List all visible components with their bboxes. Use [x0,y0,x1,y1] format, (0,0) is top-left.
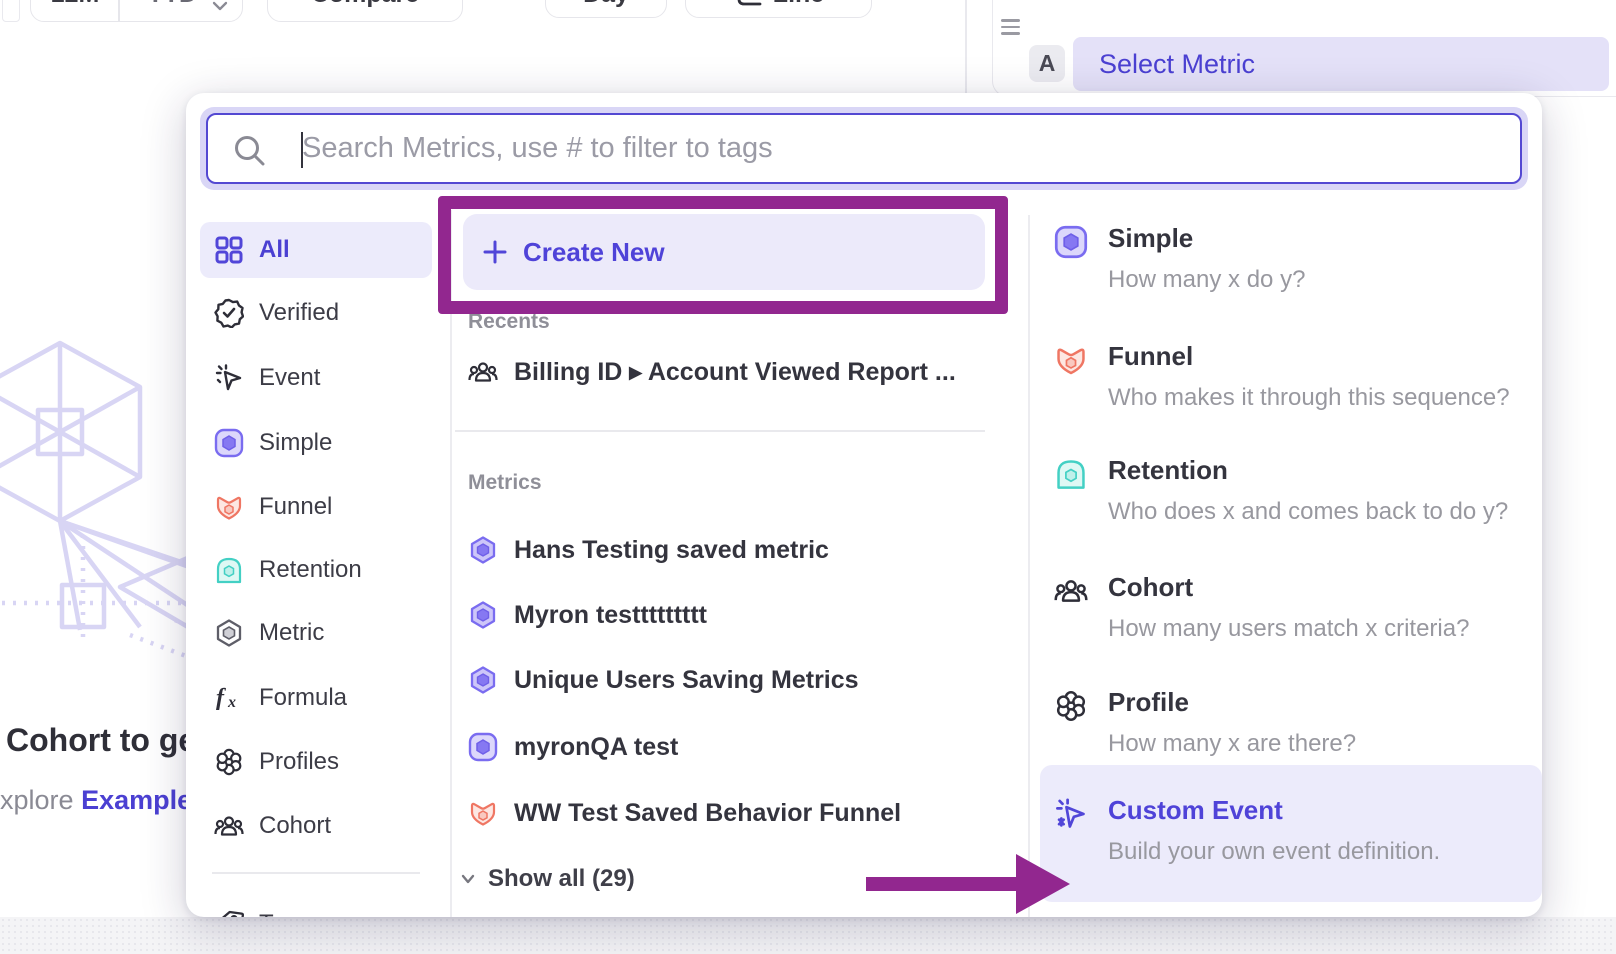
profiles-flower-icon [214,747,244,777]
search-input[interactable] [302,115,1402,182]
metric-type-cohort[interactable]: Cohort How many users match x criteria? [1040,572,1540,643]
search-icon [232,133,268,169]
grid-icon [214,235,244,265]
drag-handle-icon[interactable] [1001,15,1020,39]
sidebar-item-verified[interactable]: Verified [200,285,432,341]
chevron-down-icon [458,869,478,889]
compare-button[interactable]: Compare [267,0,463,22]
annotation-arrow-head [1016,854,1070,914]
svg-text:f: f [216,685,226,711]
metric-item[interactable]: Myron testtttttttt [454,587,707,643]
metric-hexagon-icon [468,665,498,695]
cohort-people-icon [214,811,244,841]
cohort-people-icon [1054,574,1088,608]
search-ring [200,107,1528,190]
chevron-down-icon [212,1,228,11]
sidebar-item-cohort[interactable]: Cohort [200,798,432,854]
simple-metric-icon [1054,225,1088,259]
empty-state-explore-text: xplore Example [0,785,192,816]
sidebar-item-funnel[interactable]: Funnel [200,479,432,535]
select-metric-button[interactable]: Select Metric [1073,37,1609,91]
sidebar-item-retention[interactable]: Retention [200,542,432,598]
metric-item[interactable]: Hans Testing saved metric [454,522,829,578]
sidebar-item-metric[interactable]: Metric [200,605,432,661]
sidebar-item-profiles[interactable]: Profiles [200,734,432,790]
metric-hexagon-icon [468,535,498,565]
range-12m-button[interactable]: 12M [31,0,119,21]
custom-event-cursor-icon [1054,797,1088,831]
metric-item[interactable]: Unique Users Saving Metrics [454,652,859,708]
tag-icon [214,909,244,917]
cohort-people-icon [468,357,498,387]
funnel-icon [214,492,244,522]
sidebar-item-formula[interactable]: fx Formula [200,670,432,726]
search-field[interactable] [206,113,1522,184]
retention-icon [214,555,244,585]
recent-item-billing[interactable]: Billing ID ▸ Account Viewed Report ... [454,344,956,400]
verified-badge-icon [214,298,244,328]
toolbar-fragment [2,0,20,22]
sidebar-item-event[interactable]: Event [200,350,432,406]
sidebar-section-divider [212,872,420,874]
profiles-flower-icon [1054,689,1088,723]
simple-metric-icon [214,428,244,458]
chart-type-button[interactable]: Line [685,0,872,18]
metric-type-profile[interactable]: Profile How many x are there? [1040,687,1540,758]
granularity-button[interactable]: Day [545,0,667,18]
series-row-card: A Select Metric [992,0,1616,97]
simple-metric-icon [468,732,498,762]
metrics-label: Metrics [468,471,542,495]
date-range-control[interactable]: 12M YTD [30,0,243,22]
recents-divider [455,430,985,432]
metric-hexagon-icon [468,600,498,630]
funnel-icon [468,798,498,828]
page-bottom-strip [0,917,1616,954]
annotation-highlight-box [438,196,1008,314]
retention-icon [1054,457,1088,491]
empty-state-headline: Cohort to ge [6,722,196,759]
metric-item[interactable]: WW Test Saved Behavior Funnel [454,785,901,841]
sidebar-item-simple[interactable]: Simple [200,415,432,471]
metric-type-retention[interactable]: Retention Who does x and comes back to d… [1040,455,1540,526]
example-link[interactable]: Example [81,785,192,815]
types-divider [1028,215,1030,917]
metric-type-simple[interactable]: Simple How many x do y? [1040,223,1540,294]
show-all-button[interactable]: Show all (29) [458,857,635,901]
sidebar-item-all[interactable]: All [200,222,432,278]
metric-item[interactable]: myronQA test [454,719,678,775]
metric-type-custom-event[interactable]: Custom Event Build your own event defini… [1040,765,1542,902]
formula-fx-icon: fx [214,683,244,713]
metric-hexagon-icon [214,618,244,648]
svg-text:x: x [227,694,236,711]
range-ytd-button[interactable]: YTD [127,0,217,21]
event-cursor-icon [214,363,244,393]
metric-type-funnel[interactable]: Funnel Who makes it through this sequenc… [1040,341,1540,412]
sidebar-divider [450,210,452,917]
funnel-icon [1054,343,1088,377]
line-chart-icon [733,0,763,9]
series-badge: A [1029,45,1065,82]
sidebar-item-tags[interactable]: Tags [200,896,432,917]
annotation-arrow [866,877,1022,891]
